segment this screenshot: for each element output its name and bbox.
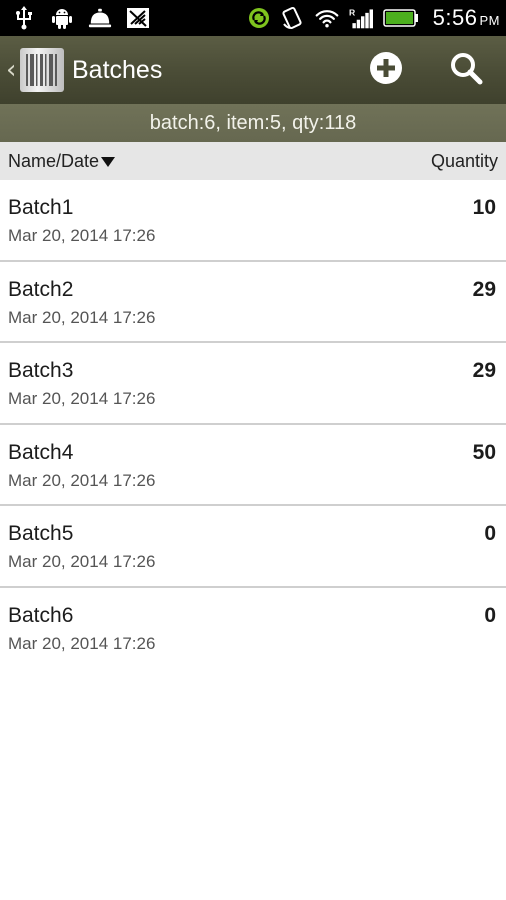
- search-button[interactable]: [426, 36, 506, 104]
- add-circle-icon: [369, 51, 403, 89]
- search-icon: [449, 51, 483, 89]
- column-header: Name/Date Quantity: [0, 142, 506, 180]
- batch-date: Mar 20, 2014 17:26: [8, 470, 156, 490]
- summary-text: batch:6, item:5, qty:118: [149, 111, 357, 134]
- batch-name: Batch4: [8, 440, 74, 464]
- page-title: Batches: [72, 55, 163, 84]
- batch-row[interactable]: Batch1 Mar 20, 2014 17:26 10: [0, 180, 506, 262]
- batch-quantity: 10: [472, 196, 496, 219]
- batch-name: Batch2: [8, 277, 74, 301]
- notification-bell-icon: [88, 6, 112, 30]
- batch-date: Mar 20, 2014 17:26: [8, 552, 156, 572]
- status-bar: R 5:56 PM: [0, 0, 506, 36]
- add-batch-button[interactable]: [346, 36, 426, 104]
- batch-date: Mar 20, 2014 17:26: [8, 307, 156, 327]
- batch-quantity: 0: [484, 522, 496, 546]
- sort-name-date-header[interactable]: Name/Date: [8, 150, 116, 172]
- quantity-header[interactable]: Quantity: [431, 151, 498, 172]
- batch-date: Mar 20, 2014 17:26: [8, 389, 156, 409]
- up-navigation-icon[interactable]: ‹: [6, 57, 20, 83]
- batch-quantity: 50: [472, 440, 496, 464]
- batch-name: Batch5: [8, 522, 74, 546]
- batch-quantity: 29: [472, 277, 496, 301]
- batch-row[interactable]: Batch2 Mar 20, 2014 17:26 29: [0, 262, 506, 344]
- name-date-label: Name/Date: [8, 150, 100, 171]
- batch-quantity: 0: [484, 603, 496, 627]
- action-bar: ‹ Batches: [0, 36, 506, 104]
- clock: 5:56 PM: [432, 5, 500, 30]
- batch-list: Batch1 Mar 20, 2014 17:26 10 Batch2 Mar …: [0, 180, 506, 670]
- barcode-logo-icon[interactable]: [20, 48, 64, 92]
- rotation-lock-icon: [281, 6, 305, 30]
- batch-quantity: 29: [472, 359, 496, 383]
- svg-text:R: R: [349, 7, 356, 17]
- summary-bar: batch:6, item:5, qty:118: [0, 104, 506, 142]
- batch-date: Mar 20, 2014 17:26: [8, 226, 156, 245]
- batch-row[interactable]: Batch4 Mar 20, 2014 17:26 50: [0, 425, 506, 507]
- sort-descending-icon: [101, 156, 116, 167]
- action-bar-actions: [346, 36, 506, 104]
- android-debug-icon: [50, 6, 74, 30]
- batch-row[interactable]: Batch3 Mar 20, 2014 17:26 29: [0, 343, 506, 425]
- signal-icon: R: [349, 6, 373, 30]
- no-signal-notification-icon: [126, 6, 150, 30]
- batch-name: Batch1: [8, 196, 74, 219]
- wifi-icon: [315, 6, 339, 30]
- status-system: R 5:56 PM: [247, 5, 500, 31]
- batch-name: Batch3: [8, 359, 74, 383]
- batch-date: Mar 20, 2014 17:26: [8, 633, 156, 653]
- usb-icon: [12, 6, 36, 30]
- battery-icon: [382, 6, 419, 30]
- batch-name: Batch6: [8, 603, 74, 627]
- sync-icon: [247, 6, 271, 30]
- batch-row[interactable]: Batch6 Mar 20, 2014 17:26 0: [0, 588, 506, 670]
- status-notifications: [12, 6, 150, 30]
- batch-row[interactable]: Batch5 Mar 20, 2014 17:26 0: [0, 506, 506, 588]
